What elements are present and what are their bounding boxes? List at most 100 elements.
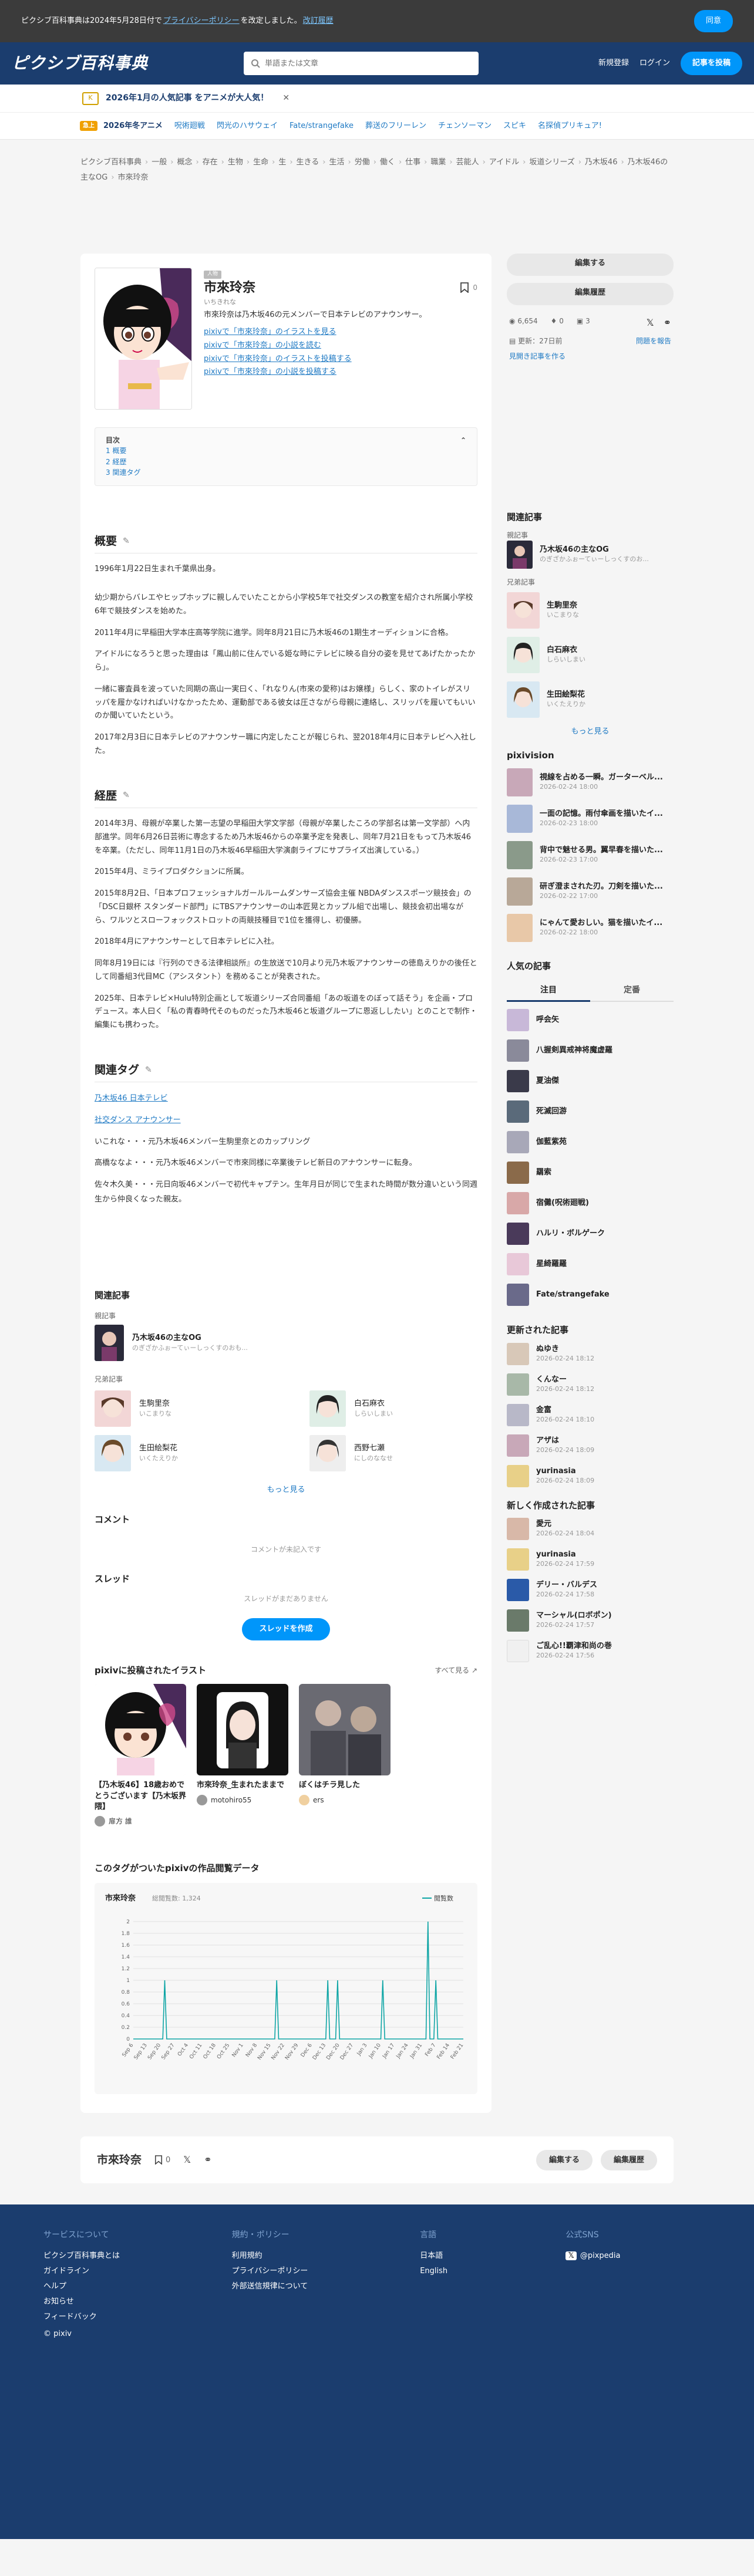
bottom-edit-button[interactable]: 編集する: [536, 2149, 593, 2171]
new-item[interactable]: ご乱心!!覇津和尚の巻 2026-02-24 17:56: [507, 1640, 674, 1662]
footer-link[interactable]: 外部送信規律について: [232, 2279, 420, 2294]
footer-link[interactable]: 利用規約: [232, 2248, 420, 2264]
footer-link[interactable]: English: [420, 2264, 566, 2279]
breadcrumb-item[interactable]: 生きる: [297, 158, 319, 167]
breadcrumb-item[interactable]: 働く: [380, 158, 395, 167]
search-input[interactable]: [265, 59, 464, 68]
pixivision-item[interactable]: にゃんて愛おしい。猫を描いたイ... 2026-02-22 18:00: [507, 913, 674, 942]
pixivision-item[interactable]: 研ぎ澄まされた刃。刀剣を描いた... 2026-02-22 17:00: [507, 877, 674, 906]
popular-item[interactable]: 夏油傑: [507, 1070, 674, 1092]
breadcrumb-item[interactable]: 労働: [355, 158, 370, 167]
privacy-policy-link[interactable]: プライバシーポリシー: [163, 15, 240, 27]
edit-pencil-icon[interactable]: ✎: [123, 535, 130, 548]
site-logo[interactable]: ピクシブ百科事典: [12, 51, 244, 76]
footer-sns-link[interactable]: 𝕏 @pixpedia: [566, 2248, 754, 2264]
illust-user[interactable]: ers: [299, 1794, 391, 1805]
breadcrumb-item[interactable]: 芸能人: [456, 158, 479, 167]
footer-link[interactable]: ガイドライン: [43, 2264, 232, 2279]
side-sibling-article[interactable]: 生田絵梨花 いくたえりか: [507, 681, 674, 718]
illust-card[interactable]: 【乃木坂46】18歳おめでとうございます【乃木坂界隈】 扉方 誰: [95, 1684, 186, 1827]
footer-link[interactable]: 日本語: [420, 2248, 566, 2264]
popular-item[interactable]: 宿儺(呪術廻戦): [507, 1192, 674, 1214]
breadcrumb-item[interactable]: 乃木坂46: [585, 158, 618, 167]
pixivision-item[interactable]: 一面の記憶。雨付傘画を描いたイ... 2026-02-23 18:00: [507, 804, 674, 833]
bottom-bookmark[interactable]: 0: [154, 2155, 170, 2166]
trending-tag[interactable]: 葬送のフリーレン: [365, 120, 426, 132]
parent-article[interactable]: 乃木坂46の主なOG のぎざかふぉーてぃーしっくすのおも...: [95, 1324, 477, 1361]
sibling-article[interactable]: 白石麻衣 しらいしまい: [309, 1390, 477, 1427]
updated-item[interactable]: yurinasia 2026-02-24 18:09: [507, 1464, 674, 1487]
popular-item[interactable]: ハルリ・ボルゲーク: [507, 1223, 674, 1245]
bottom-history-button[interactable]: 編集履歴: [600, 2149, 657, 2171]
popular-item[interactable]: 呼会矢: [507, 1009, 674, 1031]
popular-item[interactable]: 死滅回游: [507, 1100, 674, 1123]
ad-banner[interactable]: K 2026年1月の人気記事 をアニメが大人気！ ✕: [0, 85, 754, 113]
edit-pencil-icon[interactable]: ✎: [145, 1064, 152, 1076]
trending-tag[interactable]: 閃光のハサウェイ: [217, 120, 278, 132]
toc-header[interactable]: 目次 ⌃: [106, 435, 466, 445]
pixiv-link[interactable]: pixivで「市來玲奈」の小説を投稿する: [204, 366, 477, 379]
close-icon[interactable]: ✕: [282, 92, 290, 104]
history-button[interactable]: 編集履歴: [507, 283, 674, 305]
popular-item[interactable]: 八握剣異戒神将魔虚羅: [507, 1039, 674, 1062]
agree-button[interactable]: 同意: [694, 10, 733, 32]
trending-tag[interactable]: 2026年冬アニメ: [103, 120, 163, 132]
trending-tag[interactable]: チェンソーマン: [438, 120, 492, 132]
breadcrumb-item[interactable]: 仕事: [405, 158, 420, 167]
tab-trending[interactable]: 注目: [507, 981, 590, 1002]
trending-tag[interactable]: 呪術廻戦: [174, 120, 205, 132]
updated-item[interactable]: 金富 2026-02-24 18:10: [507, 1403, 674, 1426]
breadcrumb-item[interactable]: アイドル: [489, 158, 519, 167]
ad-text[interactable]: 2026年1月の人気記事 をアニメが大人気！: [106, 92, 268, 104]
illust-card[interactable]: ぼくはチラ見した ers: [299, 1684, 391, 1827]
breadcrumb-item[interactable]: 職業: [430, 158, 446, 167]
popular-item[interactable]: 羂索: [507, 1162, 674, 1184]
footer-link[interactable]: お知らせ: [43, 2294, 232, 2310]
toc-item[interactable]: 2 経歴: [106, 457, 466, 468]
sibling-article[interactable]: 生田絵梨花 いくたえりか: [95, 1434, 262, 1471]
create-article-button[interactable]: 記事を投稿: [680, 52, 742, 75]
updated-item[interactable]: ぬゆき 2026-02-24 18:12: [507, 1342, 674, 1365]
popular-item[interactable]: Fate/strangefake: [507, 1284, 674, 1306]
breadcrumb-item[interactable]: 生物: [228, 158, 243, 167]
link-icon[interactable]: ⚭: [204, 2153, 211, 2167]
breadcrumb-item[interactable]: 坂道シリーズ: [529, 158, 574, 167]
breadcrumb-item[interactable]: 存在: [203, 158, 218, 167]
illust-user[interactable]: motohiro55: [197, 1794, 288, 1805]
pixiv-link[interactable]: pixivで「市來玲奈」のイラストを見る: [204, 326, 477, 339]
search-box[interactable]: [244, 52, 479, 75]
updated-item[interactable]: アザは 2026-02-24 18:09: [507, 1434, 674, 1457]
popular-item[interactable]: 伽藍紫苑: [507, 1131, 674, 1153]
x-share-icon[interactable]: 𝕏: [647, 316, 654, 330]
new-item[interactable]: デリー・バルデス 2026-02-24 17:58: [507, 1579, 674, 1601]
footer-link[interactable]: フィードバック: [43, 2310, 232, 2325]
illust-user[interactable]: 扉方 誰: [95, 1815, 186, 1827]
breadcrumb-item[interactable]: ピクシブ百科事典: [80, 158, 142, 167]
tab-classic[interactable]: 定番: [590, 981, 674, 1001]
side-parent-article[interactable]: 乃木坂46の主なOG のぎざかふぉーてぃーしっくすのお...: [507, 540, 674, 569]
pixiv-link[interactable]: pixivで「市來玲奈」の小説を読む: [204, 339, 477, 353]
toc-item[interactable]: 3 関連タグ: [106, 467, 466, 478]
see-all-link[interactable]: すべて見る ↗: [435, 1665, 477, 1676]
trending-tag[interactable]: 名探偵プリキュア!: [538, 120, 602, 132]
footer-link[interactable]: プライバシーポリシー: [232, 2264, 420, 2279]
trending-tag[interactable]: スピキ: [503, 120, 526, 132]
popular-item[interactable]: 星綺羅羅: [507, 1253, 674, 1275]
revision-history-link[interactable]: 改訂履歴: [303, 15, 334, 27]
related-tag-link[interactable]: 乃木坂46 日本テレビ: [95, 1094, 168, 1103]
footer-link[interactable]: ヘルプ: [43, 2279, 232, 2294]
sibling-article[interactable]: 西野七瀬 にしのななせ: [309, 1434, 477, 1471]
article-thumbnail[interactable]: [95, 268, 192, 410]
illust-card[interactable]: 市來玲奈_生まれたままで motohiro55: [197, 1684, 288, 1827]
footer-link[interactable]: ピクシブ百科事典とは: [43, 2248, 232, 2264]
side-more-link[interactable]: もっと見る: [571, 727, 609, 736]
sibling-article[interactable]: 生駒里奈 いこまりな: [95, 1390, 262, 1427]
pixiv-link[interactable]: pixivで「市來玲奈」のイラストを投稿する: [204, 353, 477, 366]
breadcrumb-item[interactable]: 生活: [329, 158, 344, 167]
breadcrumb-item[interactable]: 一般: [152, 158, 167, 167]
new-item[interactable]: 愛元 2026-02-24 18:04: [507, 1518, 674, 1540]
edit-pencil-icon[interactable]: ✎: [123, 789, 130, 802]
login-link[interactable]: ログイン: [639, 58, 670, 69]
side-sibling-article[interactable]: 白石麻衣 しらいしまい: [507, 636, 674, 673]
toc-item[interactable]: 1 概要: [106, 445, 466, 457]
